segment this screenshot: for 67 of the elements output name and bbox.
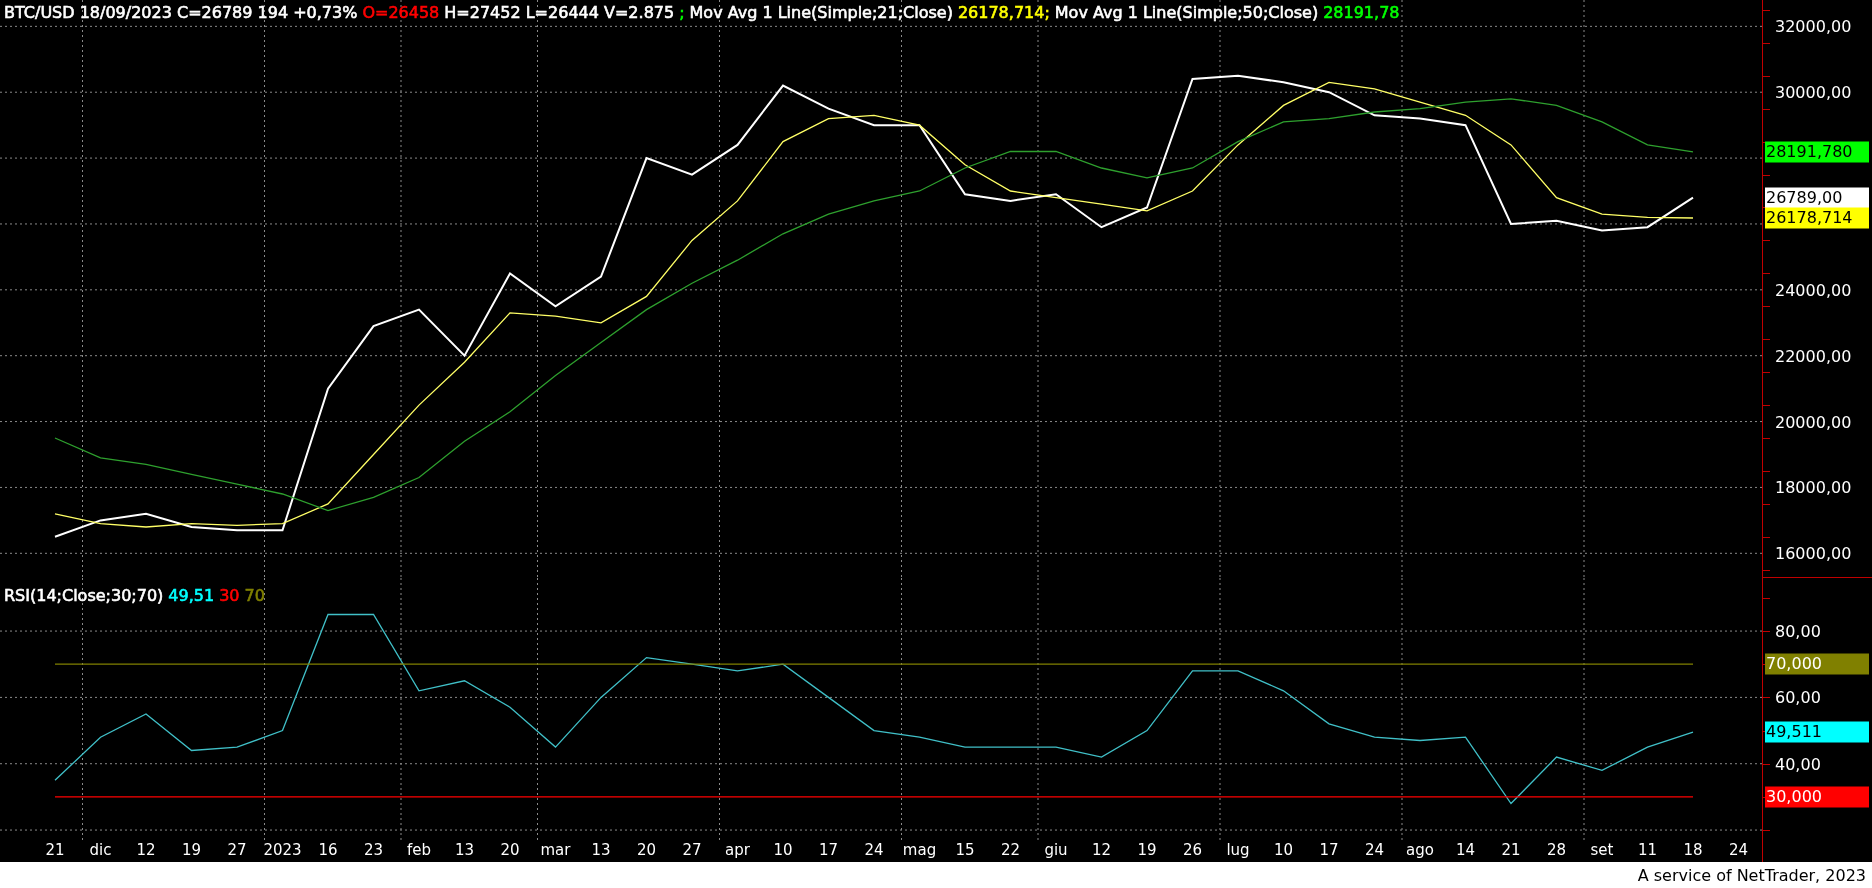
legend-text: H=27452 L=26444 V=2.875	[444, 3, 675, 22]
date-label: dic	[89, 841, 112, 859]
date-label: 15	[955, 841, 975, 859]
date-label: 21	[1501, 841, 1521, 859]
date-label: 12	[136, 841, 156, 859]
date-label: 22	[1000, 841, 1021, 859]
date-label: 17	[818, 841, 839, 859]
legend-text: Mov Avg 1 Line(Simple;50;Close)	[1054, 3, 1319, 22]
date-label: ago	[1406, 841, 1434, 859]
axis-label: 18000,00	[1775, 477, 1852, 497]
axis-label: 22000,00	[1775, 346, 1852, 366]
date-label: 13	[454, 841, 475, 859]
date-label: 21	[45, 841, 65, 859]
date-label: mar	[540, 841, 571, 859]
date-label: set	[1590, 841, 1614, 859]
footer-credit: A service of NetTrader, 2023	[1637, 865, 1866, 885]
axis-label: 60,00	[1775, 687, 1821, 707]
legend-text: 26178,714;	[957, 3, 1050, 22]
date-label: 16	[318, 841, 338, 859]
value-tag: 26789,00	[1765, 187, 1869, 209]
date-label: 10	[1273, 841, 1294, 859]
date-label: 24	[1728, 841, 1749, 859]
date-label: 27	[682, 841, 702, 859]
date-label: 11	[1637, 841, 1658, 859]
axis-label: 80,00	[1775, 621, 1821, 641]
legend-text: 30	[219, 586, 240, 605]
date-label: 23	[363, 841, 384, 859]
legend-text: 28191,78	[1323, 3, 1400, 22]
date-label: 24	[864, 841, 884, 859]
axis-label: 40,00	[1775, 754, 1821, 774]
date-label: 18	[1683, 841, 1703, 859]
date-label: lug	[1226, 841, 1250, 859]
date-label: 20	[500, 841, 520, 859]
value-tag: 28191,780	[1765, 141, 1869, 163]
value-tag: 49,511	[1765, 721, 1869, 743]
date-label: 24	[1364, 841, 1385, 859]
date-label: 20	[636, 841, 657, 859]
value-tag: 30,000	[1765, 786, 1869, 808]
axis-label: 20000,00	[1775, 412, 1852, 432]
date-label: 19	[181, 841, 202, 859]
date-label: 26	[1182, 841, 1203, 859]
date-label: 14	[1455, 841, 1476, 859]
legend-text: Mov Avg 1 Line(Simple;21;Close)	[689, 3, 953, 22]
date-label: 2023	[263, 841, 302, 859]
legend-text: RSI(14;Close;30;70)	[4, 586, 164, 605]
date-label: giu	[1044, 841, 1068, 859]
axis-label: 32000,00	[1775, 16, 1852, 36]
axis-label: 24000,00	[1775, 280, 1852, 300]
axis-label: 30000,00	[1775, 82, 1852, 102]
legend-text: ;	[679, 3, 685, 22]
value-tag: 26178,714	[1765, 207, 1869, 229]
date-label: 13	[591, 841, 611, 859]
date-label: 19	[1137, 841, 1157, 859]
legend-text: 70	[244, 586, 265, 605]
legend-text: O=26458	[362, 3, 440, 22]
legend-text: BTC/USD 18/09/2023 C=26789 194 +0,73%	[4, 3, 358, 22]
date-label: mag	[902, 841, 937, 859]
date-label: 10	[773, 841, 793, 859]
date-label: 17	[1319, 841, 1339, 859]
axis-label: 16000,00	[1775, 543, 1852, 563]
value-tag: 70,000	[1765, 653, 1869, 675]
date-label: apr	[725, 841, 750, 859]
date-label: 12	[1091, 841, 1112, 859]
date-label: 27	[227, 841, 247, 859]
date-label: 28	[1546, 841, 1567, 859]
date-label: feb	[407, 841, 431, 859]
legend-text: 49,51	[168, 586, 215, 605]
